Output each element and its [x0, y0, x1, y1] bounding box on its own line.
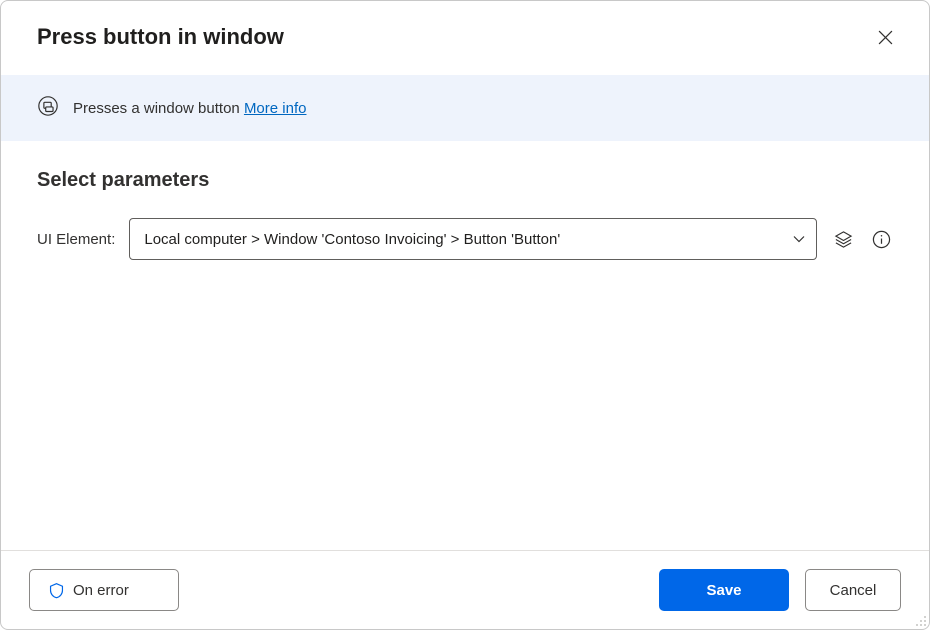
dialog-footer: On error Save Cancel	[1, 550, 929, 629]
action-type-icon	[37, 95, 59, 121]
dialog-title: Press button in window	[37, 24, 869, 50]
cancel-button[interactable]: Cancel	[805, 569, 901, 611]
save-label: Save	[706, 582, 741, 599]
dialog-press-button-in-window: Press button in window Presses a window …	[0, 0, 930, 630]
dialog-header: Press button in window	[1, 1, 929, 75]
resize-grip-icon[interactable]	[913, 613, 927, 627]
info-banner: Presses a window button More info	[1, 75, 929, 141]
more-info-link[interactable]: More info	[244, 100, 307, 117]
shield-icon	[48, 582, 65, 599]
info-banner-desc: Presses a window button	[73, 100, 240, 117]
chevron-down-icon	[792, 232, 806, 246]
info-icon	[872, 230, 891, 249]
close-button[interactable]	[869, 21, 901, 53]
dialog-content: Select parameters UI Element: Local comp…	[1, 141, 929, 550]
on-error-button[interactable]: On error	[29, 569, 179, 611]
save-button[interactable]: Save	[659, 569, 789, 611]
ui-element-dropdown[interactable]: Local computer > Window 'Contoso Invoici…	[129, 218, 817, 260]
ui-element-picker-button[interactable]	[831, 227, 855, 251]
info-banner-text: Presses a window button More info	[73, 100, 306, 117]
ui-element-label: UI Element:	[37, 231, 115, 248]
close-icon	[878, 30, 893, 45]
layers-icon	[834, 230, 853, 249]
section-title: Select parameters	[37, 169, 893, 192]
ui-element-info-button[interactable]	[869, 227, 893, 251]
param-row-ui-element: UI Element: Local computer > Window 'Con…	[37, 218, 893, 260]
cancel-label: Cancel	[830, 582, 877, 599]
ui-element-value: Local computer > Window 'Contoso Invoici…	[144, 231, 792, 248]
on-error-label: On error	[73, 582, 129, 599]
